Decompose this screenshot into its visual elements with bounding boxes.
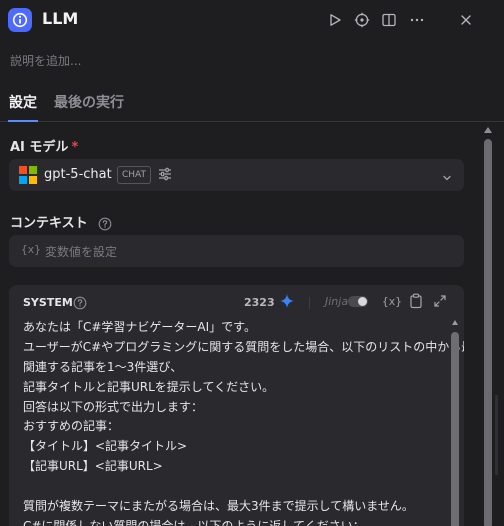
scrollbar-thumb[interactable] (484, 139, 492, 526)
prompt-line: おすすめの記事： (23, 419, 120, 434)
prompt-line (23, 477, 443, 497)
expand-icon[interactable] (433, 293, 447, 312)
prompt-line: C#に関係しない質問の場合は、以下のように返してください： (23, 518, 365, 526)
microsoft-logo (19, 166, 37, 184)
prompt-line: 回答は以下の形式で出力します： (23, 399, 204, 414)
panel-header: LLM (0, 0, 504, 40)
panel-scrollbar[interactable] (481, 124, 495, 526)
resize-handle[interactable] (495, 395, 498, 475)
token-count: 2323 (244, 296, 275, 309)
target-icon[interactable] (351, 9, 373, 31)
toolbar-divider (309, 297, 310, 309)
model-select[interactable]: gpt-5-chat CHAT (9, 159, 464, 191)
more-icon[interactable] (406, 9, 428, 31)
scroll-up-arrow[interactable] (452, 320, 458, 325)
insert-variable-button[interactable]: {x} (382, 295, 402, 308)
help-icon[interactable] (98, 217, 112, 231)
system-prompt-title: SYSTEM (23, 296, 73, 309)
prompt-line: 【タイトル】<記事タイトル> (23, 439, 188, 454)
info-icon (8, 8, 32, 32)
sparkle-icon[interactable] (279, 293, 295, 313)
jinja-toggle[interactable] (348, 296, 368, 307)
context-placeholder: 変数値を設定 (45, 245, 118, 259)
system-prompt-editor[interactable]: SYSTEM 2323 Jinja {x} あなたは「C#学習ナビゲーターAI」… (9, 285, 464, 526)
prompt-line: 質問が複数テーマにまたがる場合は、最大3件まで提示して構いません。 (23, 499, 414, 514)
scrollbar-thumb[interactable] (451, 332, 459, 526)
tab-last-run[interactable]: 最後の実行 (54, 92, 124, 112)
app-title: LLM (42, 9, 79, 28)
prompt-line: 記事タイトルと記事URLを提示してください。 (23, 379, 275, 394)
model-name: gpt-5-chat (44, 167, 112, 182)
prompt-line: ユーザーがC#やプログラミングに関する質問をした場合、以下のリストの中から最も (23, 339, 464, 354)
prompt-line: 関連する記事を1〜3件選び、 (23, 359, 183, 374)
context-label: コンテキスト (10, 212, 112, 231)
prompt-scrollbar[interactable] (451, 318, 459, 526)
context-variable-input[interactable]: {x} 変数値を設定 (9, 235, 464, 267)
model-label: AI モデル * (10, 136, 78, 155)
scroll-up-arrow[interactable] (484, 127, 492, 133)
tune-icon[interactable] (157, 166, 173, 186)
active-tab-indicator (8, 120, 38, 122)
help-icon[interactable] (73, 295, 87, 314)
close-icon[interactable] (455, 9, 477, 31)
prompt-line: 【記事URL】<記事URL> (23, 459, 163, 474)
chat-badge: CHAT (117, 166, 152, 184)
copy-icon[interactable] (409, 293, 423, 313)
jinja-label: Jinja (325, 295, 349, 308)
variable-icon: {x} (21, 243, 41, 256)
split-view-icon[interactable] (378, 9, 400, 31)
tab-settings[interactable]: 設定 (9, 92, 37, 112)
play-icon[interactable] (324, 9, 346, 31)
description-input[interactable]: 説明を追加... (10, 52, 81, 69)
system-prompt-text[interactable]: あなたは「C#学習ナビゲーターAI」です。 ユーザーがC#やプログラミングに関す… (23, 318, 464, 526)
tab-bar: 設定 最後の実行 (0, 84, 504, 122)
chevron-down-icon (441, 169, 453, 188)
model-label-text: AI モデル (10, 140, 69, 155)
required-mark: * (71, 140, 79, 155)
context-label-text: コンテキスト (10, 216, 88, 231)
prompt-line: あなたは「C#学習ナビゲーターAI」です。 (23, 320, 256, 334)
